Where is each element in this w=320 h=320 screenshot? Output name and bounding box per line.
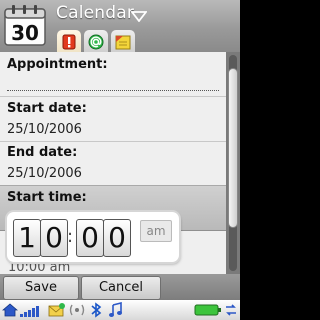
cancel-button[interactable]: Cancel — [81, 276, 161, 300]
hour-ones-digit[interactable]: 0 — [40, 219, 68, 257]
tab-general[interactable] — [57, 30, 81, 52]
sync-icon — [226, 304, 236, 316]
scrollbar[interactable] — [226, 52, 240, 274]
chevron-down-icon[interactable] — [131, 10, 147, 22]
divider — [0, 141, 226, 142]
message-icon — [48, 303, 65, 317]
start-time-value-partial: 10:00 am — [8, 260, 71, 274]
calendar-day-number: 30 — [11, 21, 39, 45]
save-button[interactable]: Save — [3, 276, 79, 300]
am-pm-toggle[interactable]: am — [140, 220, 172, 242]
calendar-app-icon: 30 — [4, 5, 46, 46]
minute-ones-digit[interactable]: 0 — [103, 219, 131, 257]
home-icon — [2, 303, 18, 317]
app-header: 30 Calendar — [0, 0, 240, 52]
scroll-thumb[interactable] — [228, 68, 238, 228]
start-time-label: Start time: — [7, 190, 87, 205]
time-picker[interactable]: 1 0 : 0 0 am — [7, 212, 179, 262]
appointment-label: Appointment: — [7, 57, 108, 72]
start-date-label: Start date: — [7, 101, 87, 116]
signal-icon — [20, 306, 39, 317]
tab-notes[interactable] — [111, 30, 135, 52]
end-date-field[interactable]: 25/10/2006 — [7, 166, 82, 181]
exclamation-icon — [62, 34, 76, 50]
gprs-icon — [69, 304, 85, 316]
end-date-label: End date: — [7, 145, 78, 160]
note-icon — [115, 35, 131, 50]
at-sign-icon — [88, 34, 104, 50]
minute-tens-digit[interactable]: 0 — [76, 219, 104, 257]
softkey-bar: Save Cancel — [0, 274, 240, 300]
time-separator: : — [67, 226, 74, 247]
divider — [0, 96, 226, 97]
page-title[interactable]: Calendar — [56, 3, 134, 23]
bluetooth-icon — [91, 302, 102, 318]
appointment-underline — [7, 90, 219, 91]
music-icon — [109, 302, 122, 317]
hour-tens-digit[interactable]: 1 — [13, 219, 41, 257]
status-bar — [0, 300, 240, 320]
start-date-field[interactable]: 25/10/2006 — [7, 122, 82, 137]
tab-contacts[interactable] — [84, 30, 108, 52]
battery-icon — [194, 304, 221, 316]
